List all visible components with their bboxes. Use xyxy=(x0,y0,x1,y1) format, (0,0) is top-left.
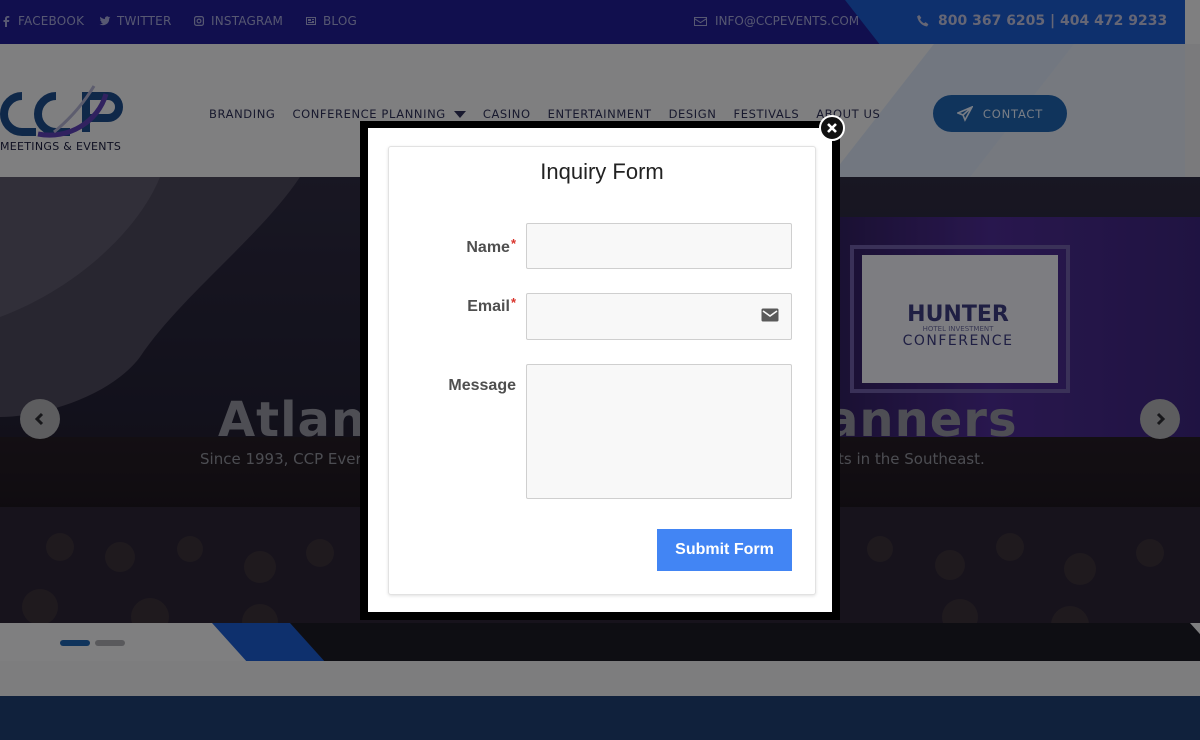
email-label-wrap: Email* xyxy=(467,295,516,316)
email-field-wrap xyxy=(526,293,792,340)
close-icon xyxy=(827,123,837,133)
name-label: Name xyxy=(466,239,510,256)
name-field-wrap xyxy=(526,223,792,269)
required-mark: * xyxy=(510,295,516,310)
mail-icon xyxy=(761,308,779,322)
email-label: Email xyxy=(467,298,510,315)
email-input[interactable] xyxy=(527,294,791,339)
message-label-wrap: Message xyxy=(448,377,516,395)
close-modal-button[interactable] xyxy=(819,115,845,141)
form-title: Inquiry Form xyxy=(540,159,664,184)
message-label: Message xyxy=(448,377,516,394)
message-field-wrap xyxy=(526,364,792,499)
name-label-wrap: Name* xyxy=(466,236,516,257)
required-mark: * xyxy=(510,236,516,251)
submit-form-button[interactable]: Submit Form xyxy=(657,529,792,571)
name-input[interactable] xyxy=(527,224,791,268)
message-textarea[interactable] xyxy=(527,365,791,498)
